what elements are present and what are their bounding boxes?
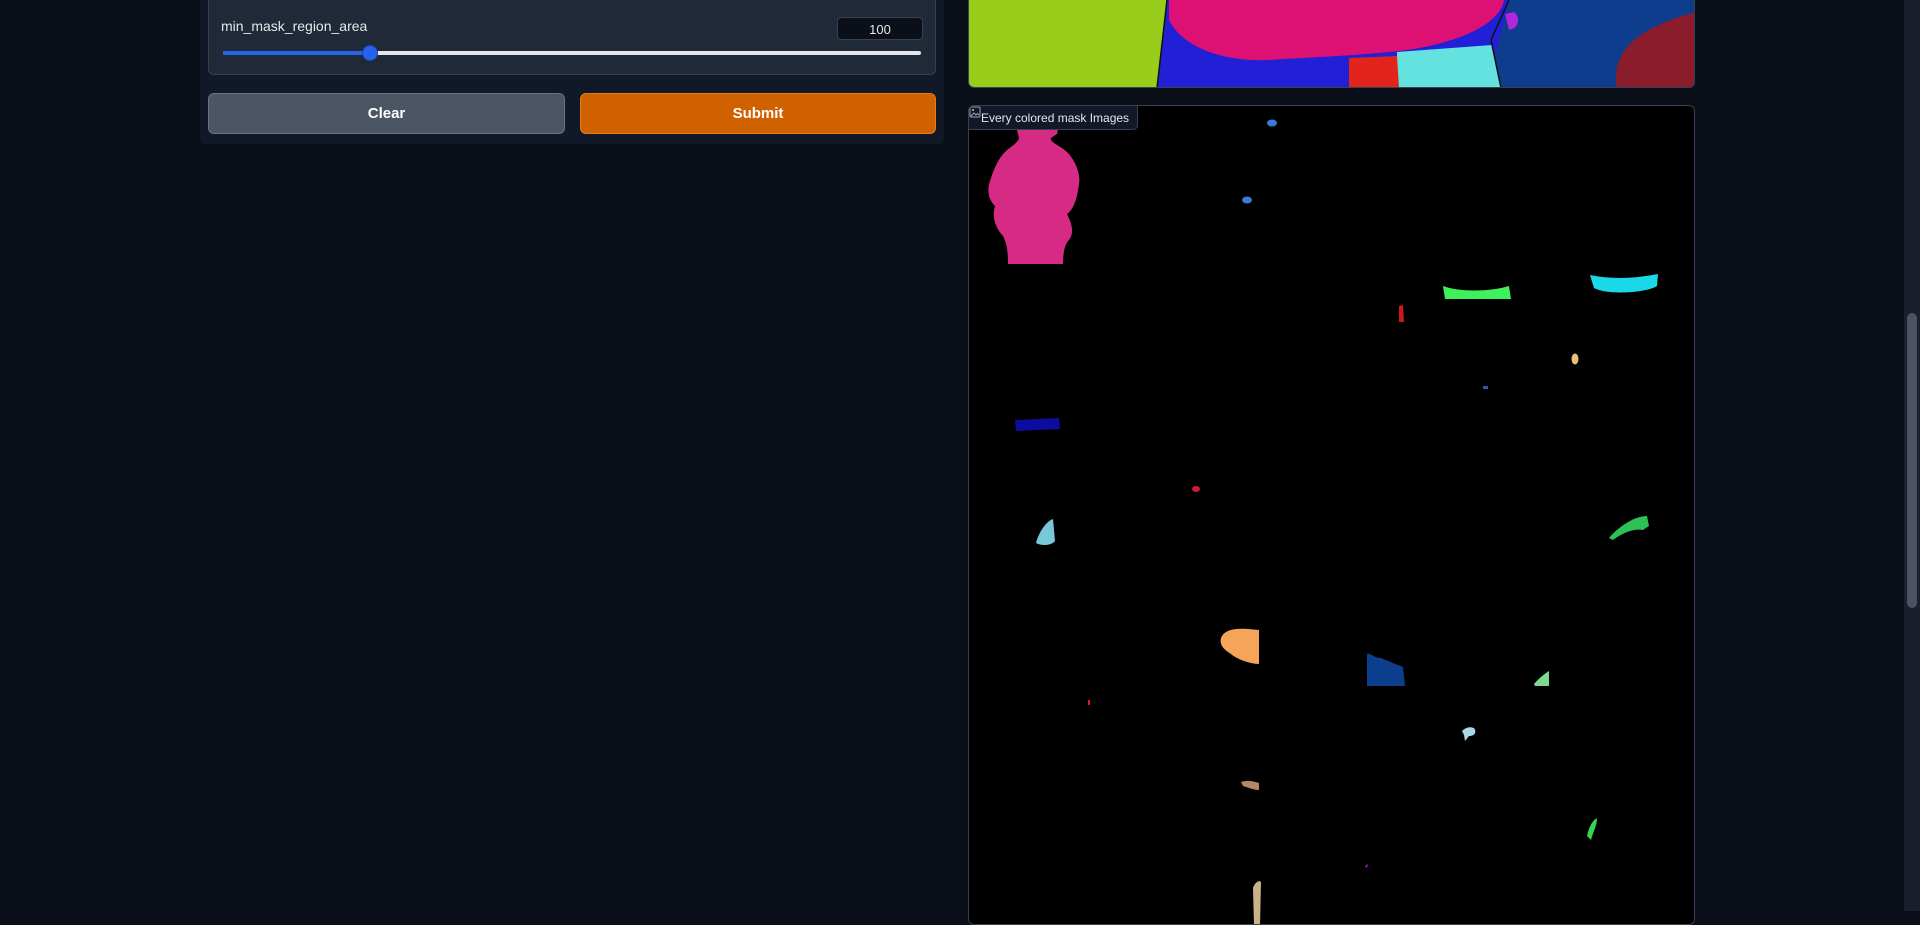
slider-track-fill [223, 51, 370, 55]
slider-thumb[interactable] [362, 46, 377, 60]
gallery-label: Every colored mask Images [969, 106, 1139, 130]
page-scrollbar[interactable] [1904, 0, 1920, 911]
segmented-mask-image [968, 0, 1695, 88]
min-mask-region-area-slider-block: min_mask_region_area 100 [208, 0, 936, 75]
scrollbar-thumb[interactable] [1907, 313, 1917, 608]
slider-label: min_mask_region_area [221, 18, 368, 34]
segmented-mask-picture [969, 0, 1694, 87]
gallery-label-text: Every colored mask Images [981, 110, 1130, 125]
colored-mask-picture[interactable] [969, 106, 1695, 925]
controls-panel: min_mask_region_area 100 Clear Submit [200, 0, 944, 144]
clear-button[interactable]: Clear [208, 93, 565, 134]
submit-button[interactable]: Submit [580, 93, 936, 134]
colored-mask-gallery: Every colored mask Images [968, 105, 1695, 925]
image-icon-svg [969, 106, 981, 118]
slider-track[interactable] [223, 46, 921, 60]
min-mask-region-area-number-input[interactable]: 100 [837, 17, 923, 40]
